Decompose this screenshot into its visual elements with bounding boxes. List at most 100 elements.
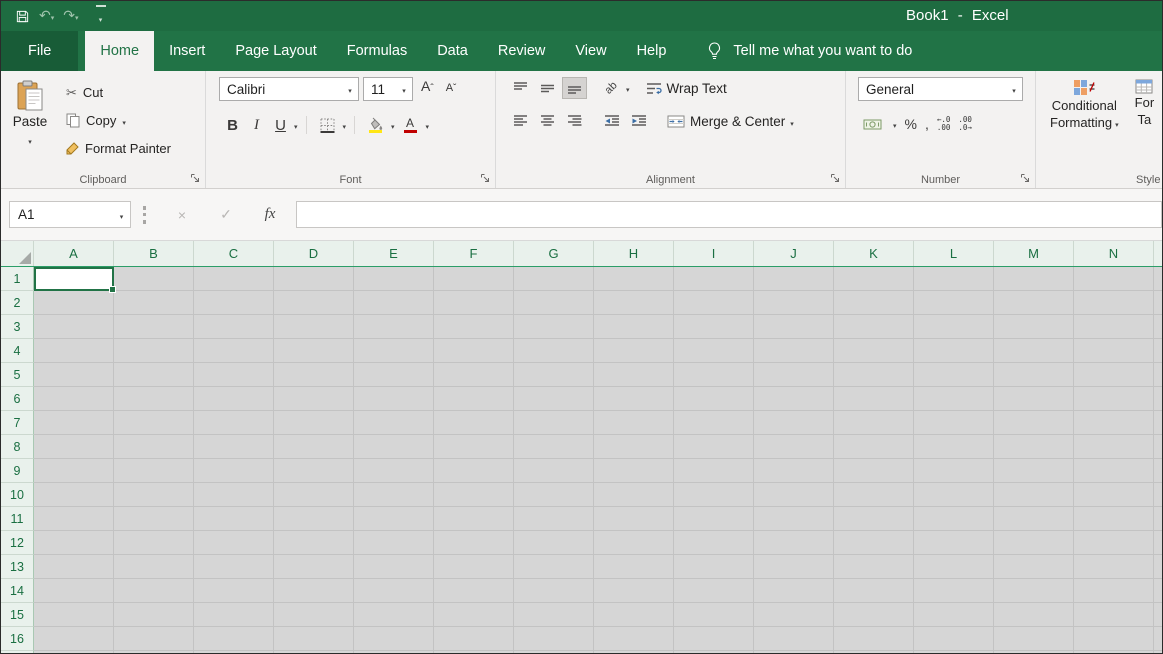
cell-N1[interactable]	[1074, 267, 1154, 291]
cell-I11[interactable]	[674, 507, 754, 531]
cell-filler[interactable]	[274, 651, 354, 653]
tab-data[interactable]: Data	[422, 31, 483, 71]
cell-I4[interactable]	[674, 339, 754, 363]
cell-D2[interactable]	[274, 291, 354, 315]
cell-A13[interactable]	[34, 555, 114, 579]
cell-H3[interactable]	[594, 315, 674, 339]
cell-F2[interactable]	[434, 291, 514, 315]
format-painter-button[interactable]: Format Painter	[63, 138, 174, 159]
cell-B10[interactable]	[114, 483, 194, 507]
cell-filler[interactable]	[914, 651, 994, 653]
cell-I6[interactable]	[674, 387, 754, 411]
cell-H2[interactable]	[594, 291, 674, 315]
cell-filler[interactable]	[594, 651, 674, 653]
row-header-13[interactable]: 13	[1, 555, 34, 579]
cell-L15[interactable]	[914, 603, 994, 627]
select-all-button[interactable]	[1, 241, 34, 266]
cell-H10[interactable]	[594, 483, 674, 507]
customize-quick-access-button[interactable]	[95, 5, 106, 27]
cell-H1[interactable]	[594, 267, 674, 291]
column-header-J[interactable]: J	[754, 241, 834, 266]
cell-M16[interactable]	[994, 627, 1074, 651]
cell-N2[interactable]	[1074, 291, 1154, 315]
orientation-button[interactable]	[599, 77, 624, 99]
wrap-text-button[interactable]: Wrap Text	[642, 77, 731, 99]
cell-J6[interactable]	[754, 387, 834, 411]
cell-N13[interactable]	[1074, 555, 1154, 579]
cell-B7[interactable]	[114, 411, 194, 435]
cell-N7[interactable]	[1074, 411, 1154, 435]
cell-G11[interactable]	[514, 507, 594, 531]
cell-C1[interactable]	[194, 267, 274, 291]
middle-align-button[interactable]	[535, 77, 560, 99]
cell-J15[interactable]	[754, 603, 834, 627]
cell-L10[interactable]	[914, 483, 994, 507]
cell-B1[interactable]	[114, 267, 194, 291]
increase-indent-button[interactable]	[626, 110, 651, 132]
cell-F15[interactable]	[434, 603, 514, 627]
cell-M8[interactable]	[994, 435, 1074, 459]
cell-C8[interactable]	[194, 435, 274, 459]
borders-dropdown-icon[interactable]	[343, 116, 347, 134]
cell-N16[interactable]	[1074, 627, 1154, 651]
row-header-12[interactable]: 12	[1, 531, 34, 555]
cell-I1[interactable]	[674, 267, 754, 291]
cell-H13[interactable]	[594, 555, 674, 579]
column-header-F[interactable]: F	[434, 241, 514, 266]
accounting-format-button[interactable]	[860, 113, 885, 135]
cell-D8[interactable]	[274, 435, 354, 459]
cell-B16[interactable]	[114, 627, 194, 651]
cell-F9[interactable]	[434, 459, 514, 483]
cell-K15[interactable]	[834, 603, 914, 627]
underline-dropdown-icon[interactable]	[294, 116, 298, 134]
cell-J1[interactable]	[754, 267, 834, 291]
cell-C11[interactable]	[194, 507, 274, 531]
cell-L6[interactable]	[914, 387, 994, 411]
cell-H14[interactable]	[594, 579, 674, 603]
number-format-combobox[interactable]: General	[858, 77, 1023, 101]
cell-N4[interactable]	[1074, 339, 1154, 363]
row-header-8[interactable]: 8	[1, 435, 34, 459]
cell-M9[interactable]	[994, 459, 1074, 483]
align-left-button[interactable]	[508, 110, 533, 132]
cell-D13[interactable]	[274, 555, 354, 579]
cell-M4[interactable]	[994, 339, 1074, 363]
accounting-dropdown-icon[interactable]	[893, 115, 897, 133]
cell-J14[interactable]	[754, 579, 834, 603]
cell-D4[interactable]	[274, 339, 354, 363]
cell-A4[interactable]	[34, 339, 114, 363]
cell-K10[interactable]	[834, 483, 914, 507]
row-header-1[interactable]: 1	[1, 267, 34, 291]
cell-B5[interactable]	[114, 363, 194, 387]
cell-F1[interactable]	[434, 267, 514, 291]
cell-K6[interactable]	[834, 387, 914, 411]
cell-M1[interactable]	[994, 267, 1074, 291]
cell-M11[interactable]	[994, 507, 1074, 531]
cell-E9[interactable]	[354, 459, 434, 483]
cell-N8[interactable]	[1074, 435, 1154, 459]
cell-B13[interactable]	[114, 555, 194, 579]
cell-J13[interactable]	[754, 555, 834, 579]
cell-L11[interactable]	[914, 507, 994, 531]
font-name-dropdown[interactable]	[342, 78, 358, 100]
cell-G1[interactable]	[514, 267, 594, 291]
cell-G12[interactable]	[514, 531, 594, 555]
cell-B6[interactable]	[114, 387, 194, 411]
save-button[interactable]	[15, 9, 30, 24]
cell-B8[interactable]	[114, 435, 194, 459]
name-box[interactable]: A1	[9, 201, 131, 228]
cell-F14[interactable]	[434, 579, 514, 603]
cell-K5[interactable]	[834, 363, 914, 387]
cell-D10[interactable]	[274, 483, 354, 507]
increase-font-size-button[interactable]	[417, 78, 438, 100]
cell-A11[interactable]	[34, 507, 114, 531]
merge-center-dropdown-icon[interactable]	[790, 114, 794, 129]
clipboard-dialog-launcher[interactable]	[188, 172, 202, 185]
cut-button[interactable]: Cut	[63, 82, 174, 103]
cell-M6[interactable]	[994, 387, 1074, 411]
cell-H4[interactable]	[594, 339, 674, 363]
cell-J2[interactable]	[754, 291, 834, 315]
formula-input[interactable]	[296, 201, 1162, 228]
cell-filler[interactable]	[514, 651, 594, 653]
cell-G7[interactable]	[514, 411, 594, 435]
